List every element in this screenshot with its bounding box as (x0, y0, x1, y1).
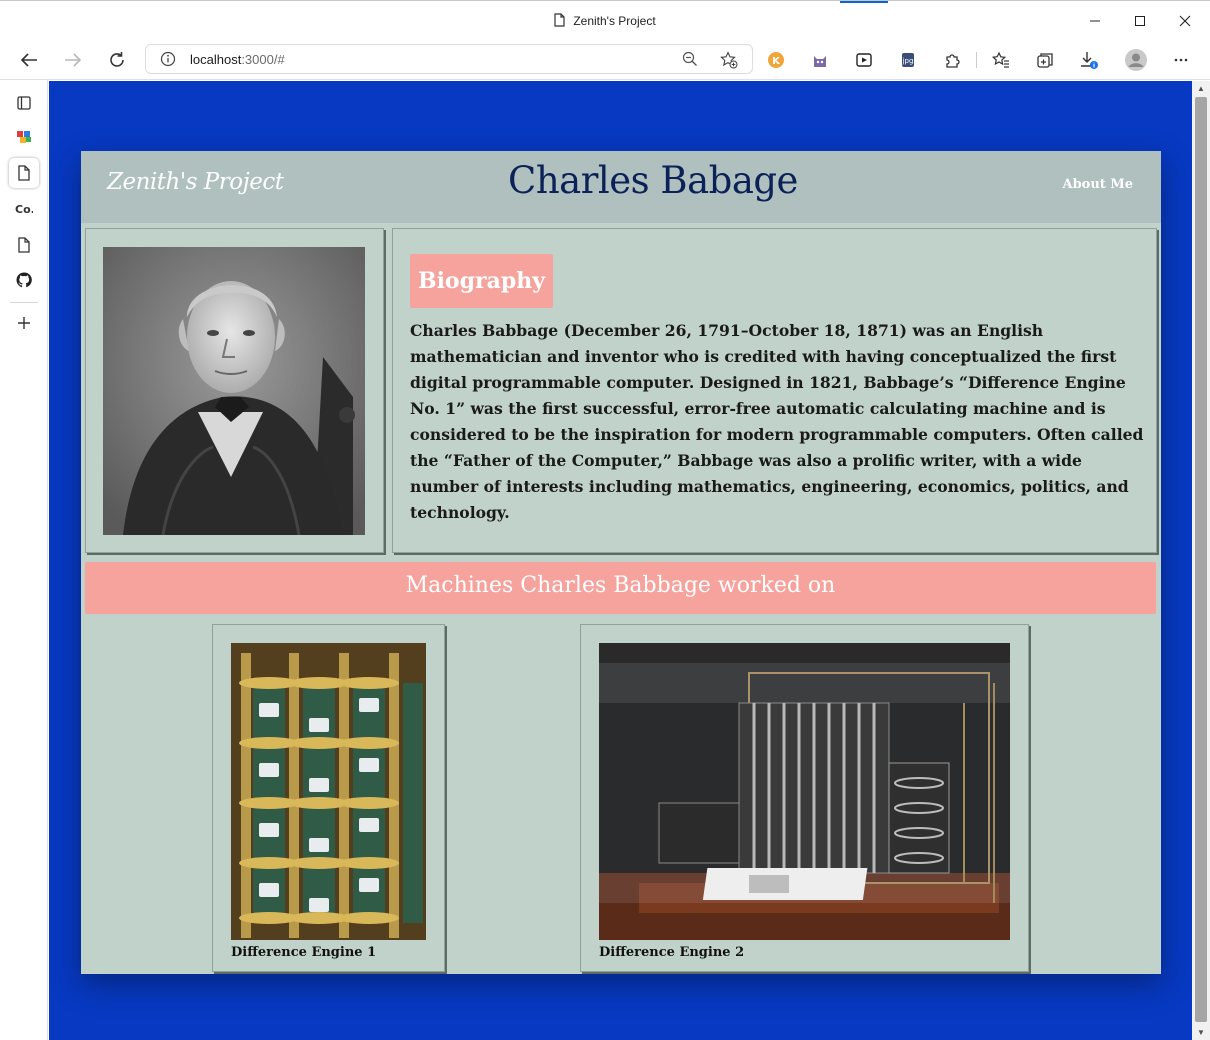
svg-text:K: K (772, 56, 781, 67)
extension-cat-icon[interactable] (809, 49, 831, 71)
browser-toolbar: localhost:3000/# K jpg i (0, 40, 1210, 80)
portrait-panel (85, 228, 384, 553)
scroll-down-arrow-icon[interactable]: ▼ (1197, 1028, 1205, 1037)
address-bar[interactable]: localhost:3000/# (145, 44, 753, 74)
nav-about-me[interactable]: About Me (1063, 177, 1134, 192)
downloads-icon[interactable]: i (1078, 49, 1100, 71)
extension-orange-icon[interactable]: K (765, 49, 787, 71)
forward-button[interactable] (58, 46, 88, 74)
profile-avatar[interactable] (1123, 47, 1149, 73)
scrollbar-thumb[interactable] (1195, 97, 1207, 1022)
difference-engine-2-image (599, 643, 1010, 940)
machine-card-2: Difference Engine 2 (580, 624, 1029, 972)
more-menu-icon[interactable] (1170, 49, 1192, 71)
collections-icon[interactable] (1034, 49, 1056, 71)
window-title-text: Zenith's Project (573, 14, 656, 28)
github-icon[interactable] (9, 265, 39, 295)
browser-sidebar: Co. (0, 80, 48, 1040)
url-host: localhost (190, 52, 242, 67)
machine-caption-1: Difference Engine 1 (231, 945, 377, 960)
sidebar-page-icon[interactable] (9, 230, 39, 260)
minimize-button[interactable] (1072, 7, 1118, 35)
babbage-portrait-image (103, 247, 365, 535)
svg-text:i: i (1093, 63, 1095, 70)
refresh-button[interactable] (102, 46, 132, 74)
page-scrollbar[interactable]: ▲ ▼ (1192, 81, 1210, 1040)
coursera-icon[interactable]: Co. (9, 194, 39, 224)
window-titlebar: Zenith's Project (0, 0, 1210, 40)
biography-heading: Biography (410, 254, 553, 308)
site-info-icon[interactable] (160, 51, 176, 72)
scroll-up-arrow-icon[interactable]: ▲ (1197, 84, 1205, 93)
add-favorite-icon[interactable] (720, 51, 738, 74)
sidebar-tab-active-page-icon[interactable] (9, 158, 39, 188)
zoom-out-icon[interactable] (682, 51, 698, 72)
biography-panel: Biography Charles Babbage (December 26, … (392, 228, 1157, 553)
machine-caption-2: Difference Engine 2 (599, 945, 745, 960)
svg-text:Co.: Co. (15, 203, 33, 216)
machines-heading: Machines Charles Babbage worked on (85, 562, 1156, 614)
titlebar-accent (840, 1, 888, 3)
url-path: :3000/# (241, 52, 285, 67)
window-title: Zenith's Project (0, 13, 1210, 30)
add-sidebar-app-icon[interactable] (9, 308, 39, 338)
extension-badge-icon[interactable]: jpg (897, 49, 919, 71)
close-button[interactable] (1162, 7, 1208, 35)
site-header: Zenith's Project Charles Babage About Me (81, 151, 1161, 223)
biography-text: Charles Babbage (December 26, 1791–Octob… (410, 321, 1144, 522)
difference-engine-1-image (231, 643, 426, 940)
svg-text:jpg: jpg (902, 57, 914, 65)
toolbar-divider (976, 52, 977, 68)
address-url[interactable]: localhost:3000/# (190, 52, 285, 67)
extensions-puzzle-icon[interactable] (941, 49, 963, 71)
colorful-app-icon[interactable] (9, 121, 39, 151)
page-title: Charles Babage (508, 159, 798, 202)
extension-media-icon[interactable] (853, 49, 875, 71)
sidebar-divider (10, 302, 38, 303)
content-card: Zenith's Project Charles Babage About Me (81, 151, 1161, 974)
page-viewport: Zenith's Project Charles Babage About Me (49, 81, 1192, 1040)
maximize-button[interactable] (1117, 7, 1163, 35)
back-button[interactable] (14, 46, 44, 74)
page-icon (554, 13, 565, 30)
favorites-icon[interactable] (990, 49, 1012, 71)
tab-actions-icon[interactable] (9, 88, 39, 118)
machine-card-1: Difference Engine 1 (212, 624, 445, 972)
